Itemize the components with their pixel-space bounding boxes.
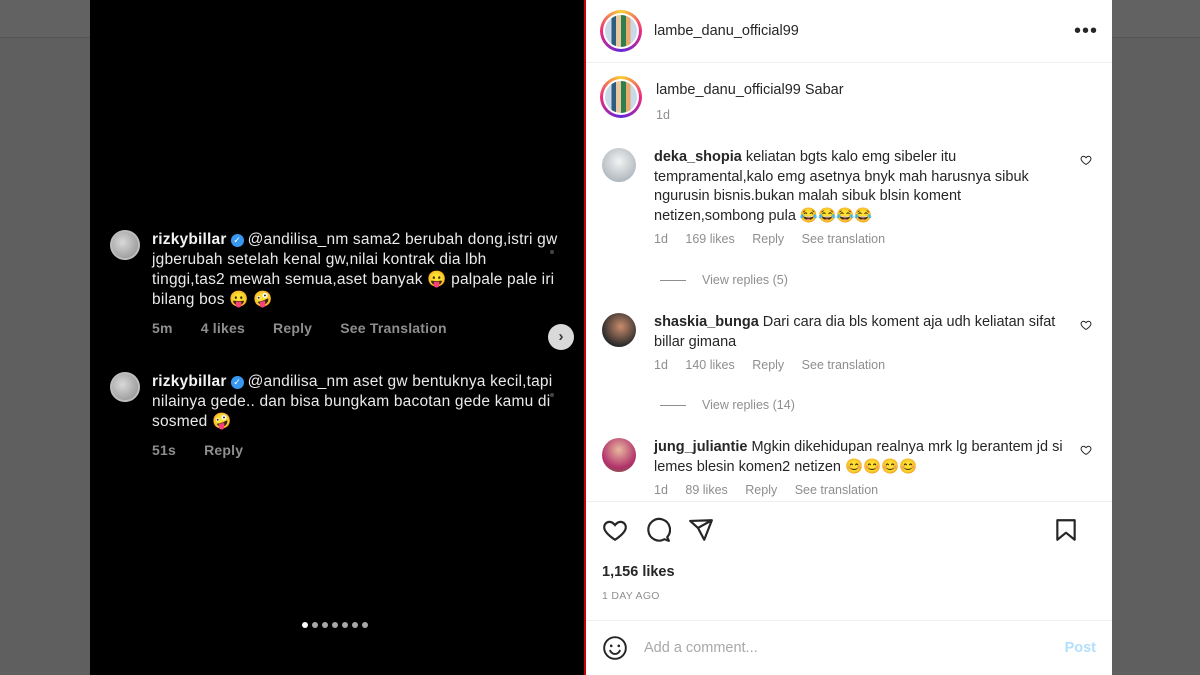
media-comment-likes: 4 likes — [200, 320, 245, 336]
media-comment-username: rizkybillar — [152, 373, 227, 390]
carousel-indicator — [302, 622, 368, 628]
media-comment-time: 5m — [152, 320, 173, 336]
carousel-dot — [352, 622, 358, 628]
heart-icon[interactable] — [1080, 319, 1092, 331]
add-comment-bar: Add a comment... Post — [586, 620, 1112, 675]
caption-time: 1d — [656, 108, 670, 122]
media-comment-time: 51s — [152, 442, 176, 458]
comment-translate[interactable]: See translation — [802, 358, 885, 372]
view-replies-button[interactable]: View replies (5) — [660, 273, 788, 287]
heart-icon[interactable] — [1080, 444, 1092, 456]
post-side-panel: lambe_danu_official99 ••• lambe_danu_off… — [584, 0, 1112, 675]
media-comment: rizkybillar ✓ @andilisa_nm aset gw bentukn… — [110, 372, 560, 460]
media-comment-translate: See Translation — [340, 320, 447, 336]
avatar[interactable] — [600, 76, 642, 118]
likes-count[interactable]: 1,156 likes — [602, 564, 1096, 580]
comment-username[interactable]: deka_shopia — [654, 149, 742, 165]
comment-likes[interactable]: 169 likes — [685, 232, 734, 246]
media-comment-reply: Reply — [204, 442, 244, 458]
comment-likes[interactable]: 140 likes — [685, 358, 734, 372]
avatar[interactable] — [602, 438, 636, 472]
comment-item: jung_juliantie Mgkin dikehidupan realnya … — [602, 438, 1098, 497]
media-comment: rizkybillar ✓ @andilisa_nm sama2 berubah d… — [110, 230, 560, 338]
comment-reply[interactable]: Reply — [745, 483, 777, 497]
post-timestamp: 1 DAY AGO — [602, 590, 660, 602]
post-caption: lambe_danu_official99 Sabar 1d — [586, 64, 1112, 122]
comment-item: deka_shopia keliatan bgts kalo emg sibele… — [602, 148, 1098, 246]
share-icon[interactable] — [688, 517, 714, 543]
caption-username[interactable]: lambe_danu_official99 — [656, 82, 801, 98]
verified-badge-icon: ✓ — [230, 376, 244, 389]
comments-list[interactable]: lambe_danu_official99 Sabar 1d deka_shopi… — [586, 64, 1112, 501]
view-replies-button[interactable]: View replies (14) — [660, 398, 795, 412]
post-actions: 1,156 likes 1 DAY AGO — [586, 501, 1112, 611]
carousel-dot — [342, 622, 348, 628]
avatar — [110, 230, 140, 260]
caption-text: Sabar — [804, 82, 844, 98]
carousel-dot — [322, 622, 328, 628]
view-replies-label: View replies (14) — [702, 398, 795, 412]
post-media[interactable]: rizkybillar ✓ @andilisa_nm sama2 berubah d… — [90, 0, 584, 675]
emoji-icon[interactable] — [602, 635, 628, 661]
avatar[interactable] — [602, 313, 636, 347]
chevron-right-icon[interactable]: › — [548, 324, 574, 350]
comment-time: 1d — [654, 483, 668, 497]
avatar — [110, 372, 140, 402]
header-username[interactable]: lambe_danu_official99 — [654, 23, 799, 39]
media-heart-icon — [550, 393, 554, 397]
comment-reply[interactable]: Reply — [752, 232, 784, 246]
media-heart-icon — [550, 250, 554, 254]
comment-icon[interactable] — [645, 517, 671, 543]
comment-input[interactable]: Add a comment... — [644, 640, 1065, 656]
avatar[interactable] — [600, 10, 642, 52]
media-comment-reply: Reply — [273, 320, 313, 336]
bookmark-icon[interactable] — [1053, 517, 1079, 543]
more-icon[interactable]: ••• — [1074, 20, 1098, 43]
media-comment-username: rizkybillar — [152, 231, 227, 248]
carousel-dot — [302, 622, 308, 628]
carousel-dot — [362, 622, 368, 628]
heart-icon[interactable] — [602, 517, 628, 543]
comment-translate[interactable]: See translation — [802, 232, 885, 246]
comment-time: 1d — [654, 358, 668, 372]
avatar[interactable] — [602, 148, 636, 182]
comment-reply[interactable]: Reply — [752, 358, 784, 372]
comment-username[interactable]: jung_juliantie — [654, 439, 747, 455]
comment-time: 1d — [654, 232, 668, 246]
post-modal: rizkybillar ✓ @andilisa_nm sama2 berubah d… — [90, 0, 1112, 675]
carousel-dot — [312, 622, 318, 628]
comment-username[interactable]: shaskia_bunga — [654, 314, 759, 330]
heart-icon[interactable] — [1080, 154, 1092, 166]
view-replies-label: View replies (5) — [702, 273, 788, 287]
verified-badge-icon: ✓ — [230, 234, 244, 247]
comment-likes[interactable]: 89 likes — [685, 483, 727, 497]
comment-item: shaskia_bunga Dari cara dia bls koment aj… — [602, 313, 1098, 372]
post-header: lambe_danu_official99 ••• — [586, 0, 1112, 63]
post-button[interactable]: Post — [1065, 640, 1096, 656]
comment-translate[interactable]: See translation — [795, 483, 878, 497]
carousel-dot — [332, 622, 338, 628]
